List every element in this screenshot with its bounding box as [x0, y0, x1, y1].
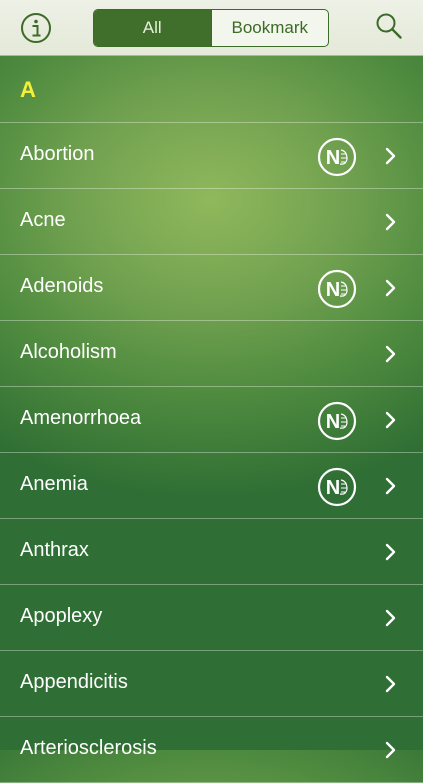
section-letter: A: [20, 77, 36, 102]
natural-remedy-badge-icon: N: [317, 467, 357, 507]
chevron-right-icon: [385, 543, 396, 561]
natural-remedy-badge-icon: N: [317, 401, 357, 441]
list-item-label: Anemia: [20, 473, 88, 495]
list-item[interactable]: Anemia N: [0, 453, 423, 519]
chevron-right-icon: [385, 411, 396, 429]
list-item-label: Alcoholism: [20, 341, 117, 363]
section-header: A: [0, 57, 423, 123]
chevron-right-icon: [385, 213, 396, 231]
natural-remedy-badge-icon: N: [317, 137, 357, 177]
badge-letter: N: [326, 279, 340, 301]
segment-all[interactable]: All: [94, 10, 211, 46]
chevron-right-icon: [385, 345, 396, 363]
list-item[interactable]: Appendicitis: [0, 651, 423, 717]
list-item[interactable]: Apoplexy: [0, 585, 423, 651]
list-item-label: Arteriosclerosis: [20, 737, 157, 759]
list-item[interactable]: Acne: [0, 189, 423, 255]
list-item-label: Amenorrhoea: [20, 407, 142, 429]
list-item-label: Acne: [20, 209, 66, 231]
list-item-label: Appendicitis: [20, 671, 128, 693]
chevron-right-icon: [385, 675, 396, 693]
chevron-right-icon: [385, 147, 396, 165]
list-item[interactable]: Arteriosclerosis: [0, 717, 423, 783]
filter-segmented-control: All Bookmark: [93, 9, 329, 47]
list-item[interactable]: Anthrax: [0, 519, 423, 585]
list-item-label: Anthrax: [20, 539, 89, 561]
badge-letter: N: [326, 411, 340, 433]
list-item[interactable]: Abortion N: [0, 123, 423, 189]
badge-letter: N: [326, 147, 340, 169]
chevron-right-icon: [385, 477, 396, 495]
info-circle-icon[interactable]: [20, 12, 52, 44]
top-toolbar: All Bookmark: [0, 0, 423, 56]
search-icon[interactable]: [375, 12, 403, 40]
chevron-right-icon: [385, 741, 396, 759]
list-item[interactable]: Amenorrhoea N: [0, 387, 423, 453]
list-item-label: Adenoids: [20, 275, 104, 297]
list-item-label: Abortion: [20, 143, 95, 165]
list-item[interactable]: Adenoids N: [0, 255, 423, 321]
list-item[interactable]: Alcoholism: [0, 321, 423, 387]
badge-letter: N: [326, 477, 340, 499]
disease-list: Abortion N Acne Adenoids N Alcoholism Amenorrh…: [0, 123, 423, 783]
segment-bookmark[interactable]: Bookmark: [210, 10, 329, 46]
chevron-right-icon: [385, 609, 396, 627]
list-item-label: Apoplexy: [20, 605, 103, 627]
natural-remedy-badge-icon: N: [317, 269, 357, 309]
chevron-right-icon: [385, 279, 396, 297]
